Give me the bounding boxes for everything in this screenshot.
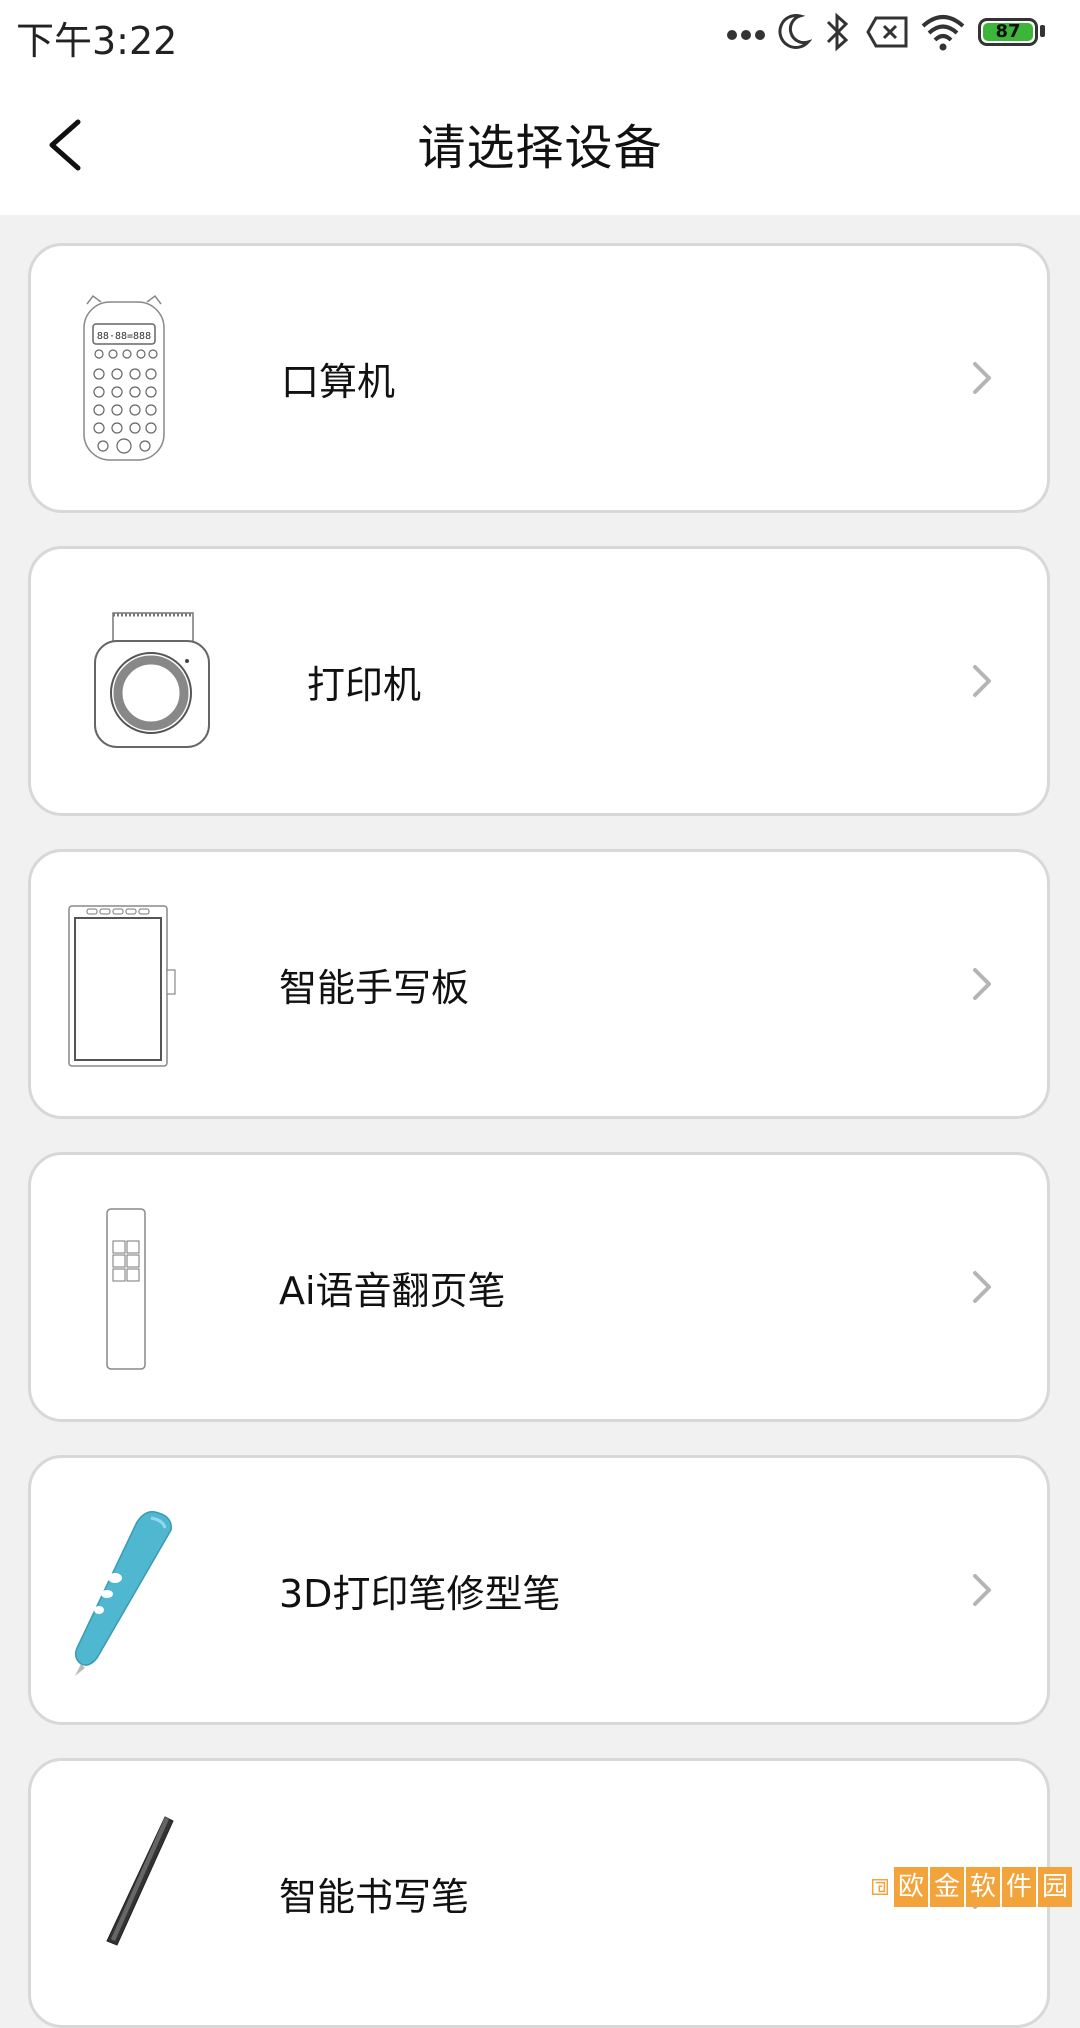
status-icons: 87 [726,10,1066,60]
chevron-right-icon [973,1574,991,1606]
watermark-char: 件 [1002,1867,1036,1907]
smart-pen-device-image [106,1816,174,1946]
watermark-char: 欧 [894,1867,928,1907]
status-time: 下午3:22 [16,19,178,63]
calculator-device-image: 88·88=888 [83,294,165,461]
watermark-char: 软 [966,1867,1000,1907]
watermark-text: 欧金软件园 [892,1867,1072,1907]
chevron-right-icon [973,968,991,1000]
moon-icon [778,14,812,49]
device-card-tablet[interactable]: 智能手写板 [28,849,1050,1119]
device-card-calculator[interactable]: 88·88=888 口算机 [28,243,1050,513]
writing-tablet-device-image [68,905,176,1067]
status-bar: 下午3:22 87 [0,0,1080,70]
device-label: 3D打印笔修型笔 [279,1571,561,1616]
sim-x-icon [866,16,908,48]
watermark-char: 金 [930,1867,964,1907]
battery-tip [1040,25,1045,37]
presenter-pen-device-image [106,1208,146,1370]
chevron-right-icon [973,1271,991,1303]
device-card-printer[interactable]: 打印机 [28,546,1050,816]
bluetooth-icon [826,12,849,52]
printer-device-image [94,612,210,748]
device-label: 智能书写笔 [279,1874,470,1919]
device-label: 智能手写板 [279,965,470,1010]
device-card-presenter-pen[interactable]: Ai语音翻页笔 [28,1152,1050,1422]
watermark-logo-icon [872,1879,888,1895]
chevron-right-icon [973,362,991,394]
wifi-icon [921,15,965,51]
device-label: 口算机 [281,359,396,404]
page-title: 请选择设备 [417,120,663,176]
svg-text:88·88=888: 88·88=888 [97,331,151,342]
device-label: Ai语音翻页笔 [279,1268,506,1313]
device-label: 打印机 [307,662,422,707]
watermark-char: 园 [1038,1867,1072,1907]
3d-pen-device-image [74,1510,172,1676]
watermark-logo: 欧金软件园 [872,1860,1072,1914]
header: 请选择设备 [0,70,1080,215]
device-card-3d-pen[interactable]: 3D打印笔修型笔 [28,1455,1050,1725]
chevron-right-icon [973,665,991,697]
more-dots-icon [727,30,765,40]
battery-icon: 87 [978,18,1038,46]
battery-level: 87 [983,23,1033,41]
